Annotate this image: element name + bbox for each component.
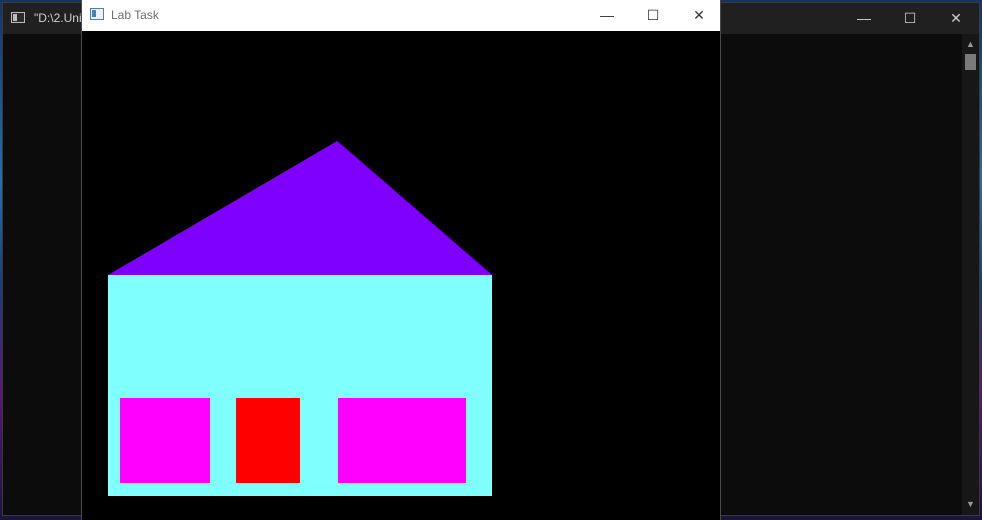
console-app-icon <box>11 12 25 23</box>
house-left-window <box>120 398 210 483</box>
house-door <box>236 398 300 483</box>
console-minimize-button[interactable]: — <box>841 3 887 34</box>
house-roof <box>108 141 492 275</box>
console-close-button[interactable]: ✕ <box>933 3 979 34</box>
lab-task-maximize-button[interactable]: ☐ <box>630 0 676 31</box>
drawing-canvas <box>82 31 720 520</box>
scroll-up-arrow-icon[interactable]: ▲ <box>962 36 979 53</box>
lab-task-app-icon <box>90 8 104 20</box>
house-drawing <box>108 141 492 496</box>
console-maximize-button[interactable]: ☐ <box>887 3 933 34</box>
console-title: "D:\2.Uni <box>34 11 82 25</box>
scroll-thumb[interactable] <box>965 54 976 70</box>
console-scrollbar[interactable]: ▲ ▼ <box>962 34 979 515</box>
house-right-window <box>338 398 466 483</box>
lab-task-title: Lab Task <box>111 8 159 22</box>
scroll-down-arrow-icon[interactable]: ▼ <box>962 496 979 513</box>
lab-task-close-button[interactable]: ✕ <box>676 0 722 31</box>
lab-task-minimize-button[interactable]: — <box>584 0 630 31</box>
lab-task-titlebar[interactable]: Lab Task — ☐ ✕ <box>82 0 720 31</box>
lab-task-window: Lab Task — ☐ ✕ <box>81 0 721 520</box>
